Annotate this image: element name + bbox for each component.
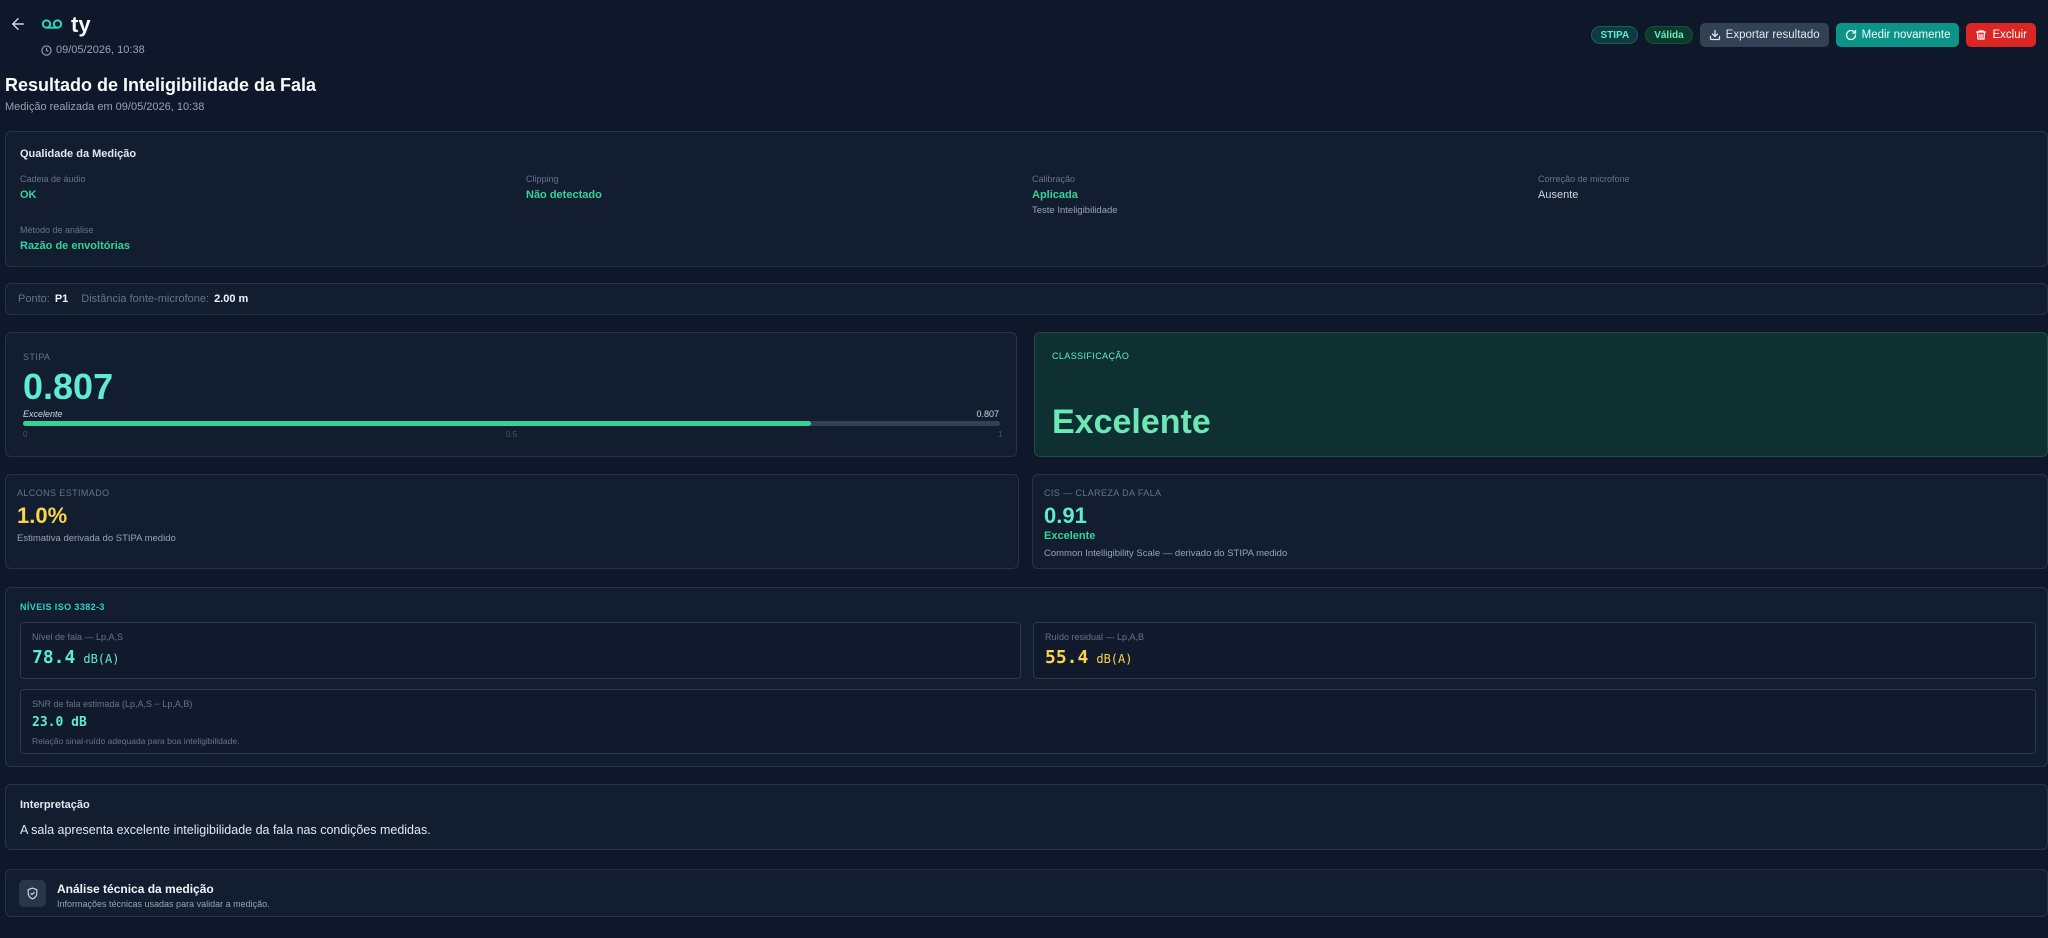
speech-level-label: Nível de fala — Lp,A,S: [32, 632, 124, 642]
quality-item-mic-correction: Correção de microfone Ausente: [1538, 174, 1630, 201]
trash-icon: [1976, 30, 1987, 40]
page-title: Resultado de Inteligibilidade da Fala: [5, 75, 317, 95]
noise-level-unit: dB(A): [1096, 652, 1133, 666]
stipa-tick-mid: 0.5: [506, 430, 518, 439]
quality-item-audio-chain: Cadeia de áudio OK: [20, 174, 86, 201]
technical-analysis-subtitle: Informações técnicas usadas para validar…: [57, 899, 270, 909]
alcons-value: 1.0%: [17, 503, 68, 528]
quality-label: Método de análise: [20, 225, 94, 235]
noise-level-label: Ruído residual — Lp,A,B: [1045, 632, 1145, 642]
quality-note: Teste Inteligibilidade: [1032, 205, 1118, 216]
measurement-date: 09/05/2026, 10:38: [41, 44, 145, 56]
snr-value: 23.0 dB: [32, 715, 87, 730]
date-text: 09/05/2026, 10:38: [56, 44, 145, 56]
quality-value: OK: [20, 189, 37, 201]
stipa-bar-label: Excelente: [23, 409, 63, 419]
classification-label: CLASSIFICAÇÃO: [1052, 351, 1130, 361]
snr-note: Relação sinal-ruído adequada para boa in…: [32, 736, 240, 746]
stipa-progress-fill: [23, 421, 812, 426]
cis-card: CIS — CLAREZA DA FALA 0.91 Excelente Com…: [1032, 474, 2048, 569]
quality-value: Aplicada: [1032, 189, 1078, 201]
cis-label: CIS — CLAREZA DA FALA: [1044, 488, 1162, 498]
export-button[interactable]: Exportar resultado: [1699, 23, 1829, 47]
quality-item-analysis-method: Método de análise Razão de envoltórias: [20, 225, 130, 252]
interpretation-text: A sala apresenta excelente inteligibilid…: [20, 823, 431, 837]
distance-label: Distância fonte-microfone:: [81, 293, 210, 305]
page-subtitle: Medição realizada em 09/05/2026, 10:38: [5, 101, 205, 113]
quality-value: Razão de envoltórias: [20, 240, 131, 252]
cis-value: 0.91: [1044, 503, 1087, 528]
status-badge: Válida: [1645, 26, 1693, 44]
refresh-icon: [1845, 29, 1856, 41]
quality-item-calibration: Calibração Aplicada Teste Inteligibilida…: [1032, 174, 1118, 216]
top-bar: ty 09/05/2026, 10:38 STIPA Válida Export…: [0, 0, 2048, 60]
quality-label: Clipping: [526, 174, 559, 184]
point-label: Ponto:: [18, 293, 50, 305]
point-info-row: Ponto: P1 Distância fonte-microfone: 2.0…: [5, 283, 2048, 315]
quality-label: Cadeia de áudio: [20, 174, 86, 184]
speech-level-number: 78.4: [32, 647, 76, 668]
stipa-card: STIPA 0.807 Excelente 0.807 0 0.5 1: [5, 332, 1017, 457]
shield-check-icon: [19, 880, 46, 907]
technical-analysis-card[interactable]: Análise técnica da medição Informações t…: [5, 869, 2048, 917]
delete-button[interactable]: Excluir: [1966, 23, 2036, 47]
alcons-note: Estimativa derivada do STIPA medido: [17, 533, 176, 544]
distance-value: 2.00 m: [214, 293, 249, 305]
stipa-bar-value: 0.807: [976, 409, 999, 419]
snr-box: SNR de fala estimada (Lp,A,S − Lp,A,B) 2…: [20, 689, 2036, 754]
stipa-bar-meta: Excelente 0.807: [23, 409, 999, 419]
quality-label: Calibração: [1032, 174, 1076, 184]
export-button-label: Exportar resultado: [1725, 29, 1820, 41]
alcons-label: ALCONS ESTIMADO: [17, 488, 110, 498]
interpretation-card: Interpretação A sala apresenta excelente…: [5, 784, 2048, 850]
measurement-title: ty: [71, 12, 91, 37]
point-value: P1: [54, 293, 69, 305]
cis-rating: Excelente: [1044, 530, 1096, 542]
classification-card: CLASSIFICAÇÃO Excelente: [1034, 332, 2048, 457]
quality-value: Ausente: [1538, 189, 1579, 201]
quality-value: Não detectado: [526, 189, 602, 201]
speech-level-unit: dB(A): [83, 652, 120, 666]
stipa-value: 0.807: [23, 366, 114, 407]
quality-item-clipping: Clipping Não detectado: [526, 174, 602, 201]
noise-level-box: Ruído residual — Lp,A,B 55.4 dB(A): [1033, 622, 2036, 679]
speech-level-value: 78.4 dB(A): [32, 647, 119, 668]
technical-analysis-title: Análise técnica da medição: [57, 882, 214, 896]
speech-level-box: Nível de fala — Lp,A,S 78.4 dB(A): [20, 622, 1021, 679]
clock-icon: [41, 44, 52, 56]
classification-value: Excelente: [1052, 403, 1211, 441]
measure-again-button[interactable]: Medir novamente: [1835, 23, 1960, 47]
quality-title: Qualidade da Medição: [20, 148, 137, 160]
measure-again-label: Medir novamente: [1861, 29, 1951, 41]
download-icon: [1709, 29, 1720, 41]
snr-label: SNR de fala estimada (Lp,A,S − Lp,A,B): [32, 699, 193, 709]
cis-note: Common Intelligibility Scale — derivado …: [1044, 548, 1288, 559]
quality-label: Correção de microfone: [1538, 174, 1630, 184]
iso-levels-card: NÍVEIS ISO 3382-3 Nível de fala — Lp,A,S…: [5, 587, 2048, 767]
stipa-progress-track: [23, 421, 1000, 426]
voicemail-icon: [41, 19, 63, 29]
interpretation-title: Interpretação: [20, 799, 90, 811]
stipa-tick-1: 1: [998, 430, 1003, 439]
stipa-tick-0: 0: [23, 430, 28, 439]
quality-card: Qualidade da Medição Cadeia de áudio OK …: [5, 131, 2048, 267]
method-badge: STIPA: [1591, 26, 1639, 44]
noise-level-value: 55.4 dB(A): [1045, 647, 1132, 668]
alcons-card: ALCONS ESTIMADO 1.0% Estimativa derivada…: [5, 474, 1019, 569]
delete-button-label: Excluir: [1992, 29, 2027, 41]
noise-level-number: 55.4: [1045, 647, 1089, 668]
arrow-left-icon[interactable]: [9, 15, 27, 33]
header-actions: STIPA Válida Exportar resultado Medir no…: [1591, 23, 2036, 47]
stipa-label: STIPA: [23, 352, 51, 362]
iso-title: NÍVEIS ISO 3382-3: [20, 602, 105, 612]
